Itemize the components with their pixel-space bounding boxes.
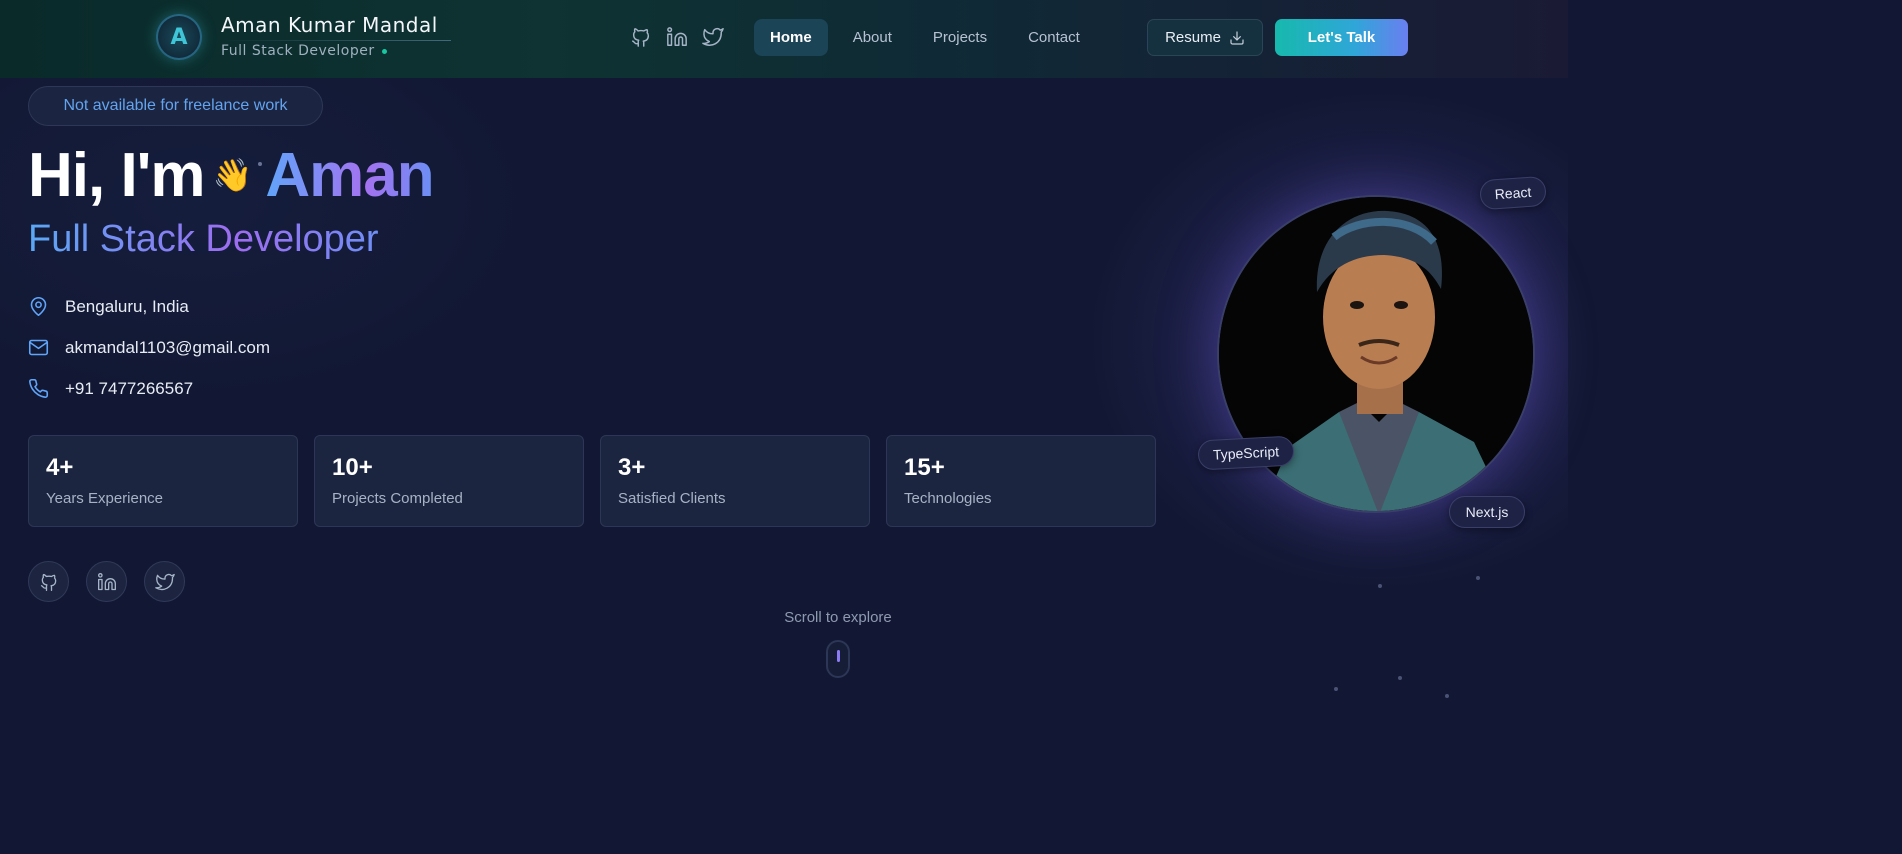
header-social-links xyxy=(630,26,724,48)
linkedin-icon xyxy=(97,572,116,590)
scroll-indicator-icon[interactable] xyxy=(826,640,850,678)
stat-card: 15+ Technologies xyxy=(886,435,1156,527)
phone-icon xyxy=(29,378,49,398)
logo-letter: A xyxy=(170,24,188,50)
tech-tag-typescript: TypeScript xyxy=(1197,435,1295,471)
availability-badge: Not available for freelance work xyxy=(28,86,323,126)
github-button[interactable] xyxy=(28,561,69,602)
stat-value: 15+ xyxy=(904,454,945,481)
phone-row[interactable]: +91 7477266567 xyxy=(28,378,193,399)
stat-card: 3+ Satisfied Clients xyxy=(600,435,870,527)
particle-dot xyxy=(1398,676,1402,680)
particle-dot xyxy=(1334,687,1338,691)
logo[interactable]: A xyxy=(156,14,202,60)
scroll-hint: Scroll to explore xyxy=(784,609,892,626)
particle-dot xyxy=(258,162,262,166)
nav-home[interactable]: Home xyxy=(754,19,828,56)
resume-button-label: Resume xyxy=(1165,29,1221,46)
linkedin-button[interactable] xyxy=(86,561,127,602)
hero-role: Full Stack Developer xyxy=(28,218,379,260)
email-row[interactable]: akmandal1103@gmail.com xyxy=(28,337,270,358)
brand-subtitle-text: Full Stack Developer xyxy=(221,43,375,59)
hero-heading: Hi, I'm 👋 Aman xyxy=(28,140,435,210)
stat-card: 4+ Years Experience xyxy=(28,435,298,527)
location-row: Bengaluru, India xyxy=(28,296,189,317)
twitter-button[interactable] xyxy=(144,561,185,602)
particle-dot xyxy=(1378,584,1382,588)
brand-name: Aman Kumar Mandal xyxy=(221,13,438,37)
site-header: A Aman Kumar Mandal Full Stack Developer… xyxy=(0,0,1568,78)
logo-badge: A xyxy=(156,14,202,60)
tech-tag-react: React xyxy=(1479,175,1547,211)
waving-hand-icon: 👋 xyxy=(212,157,253,193)
nav-projects[interactable]: Projects xyxy=(917,19,1003,56)
particle-dot xyxy=(1476,576,1480,580)
particle-dot xyxy=(1445,694,1449,698)
nav-contact[interactable]: Contact xyxy=(1012,19,1096,56)
stat-card: 10+ Projects Completed xyxy=(314,435,584,527)
greeting-text: Hi, I'm xyxy=(28,140,206,210)
nav-about[interactable]: About xyxy=(837,19,908,56)
status-dot xyxy=(381,48,387,54)
phone-text[interactable]: +91 7477266567 xyxy=(65,379,193,399)
twitter-icon[interactable] xyxy=(702,26,724,48)
lets-talk-button[interactable]: Let's Talk xyxy=(1275,19,1408,56)
main-nav: Home About Projects Contact xyxy=(754,19,1105,56)
github-icon[interactable] xyxy=(630,26,652,48)
download-icon xyxy=(1230,30,1244,45)
mail-icon xyxy=(28,339,49,356)
map-pin-icon xyxy=(30,296,47,317)
stat-label: Projects Completed xyxy=(332,490,463,507)
brand-subtitle: Full Stack Developer xyxy=(221,43,387,59)
linkedin-icon[interactable] xyxy=(666,26,688,48)
tech-tag-nextjs: Next.js xyxy=(1449,496,1525,528)
stat-value: 3+ xyxy=(618,454,646,481)
stat-label: Years Experience xyxy=(46,490,164,507)
stat-value: 10+ xyxy=(332,454,373,481)
github-icon xyxy=(40,573,56,591)
email-text[interactable]: akmandal1103@gmail.com xyxy=(65,338,270,358)
stat-label: Technologies xyxy=(904,490,992,507)
hero-name: Aman xyxy=(265,140,434,210)
twitter-icon xyxy=(154,573,175,590)
stat-label: Satisfied Clients xyxy=(618,490,726,507)
brand-divider xyxy=(221,40,451,41)
location-text: Bengaluru, India xyxy=(65,296,189,316)
resume-button[interactable]: Resume xyxy=(1147,19,1263,56)
stat-value: 4+ xyxy=(46,454,74,481)
